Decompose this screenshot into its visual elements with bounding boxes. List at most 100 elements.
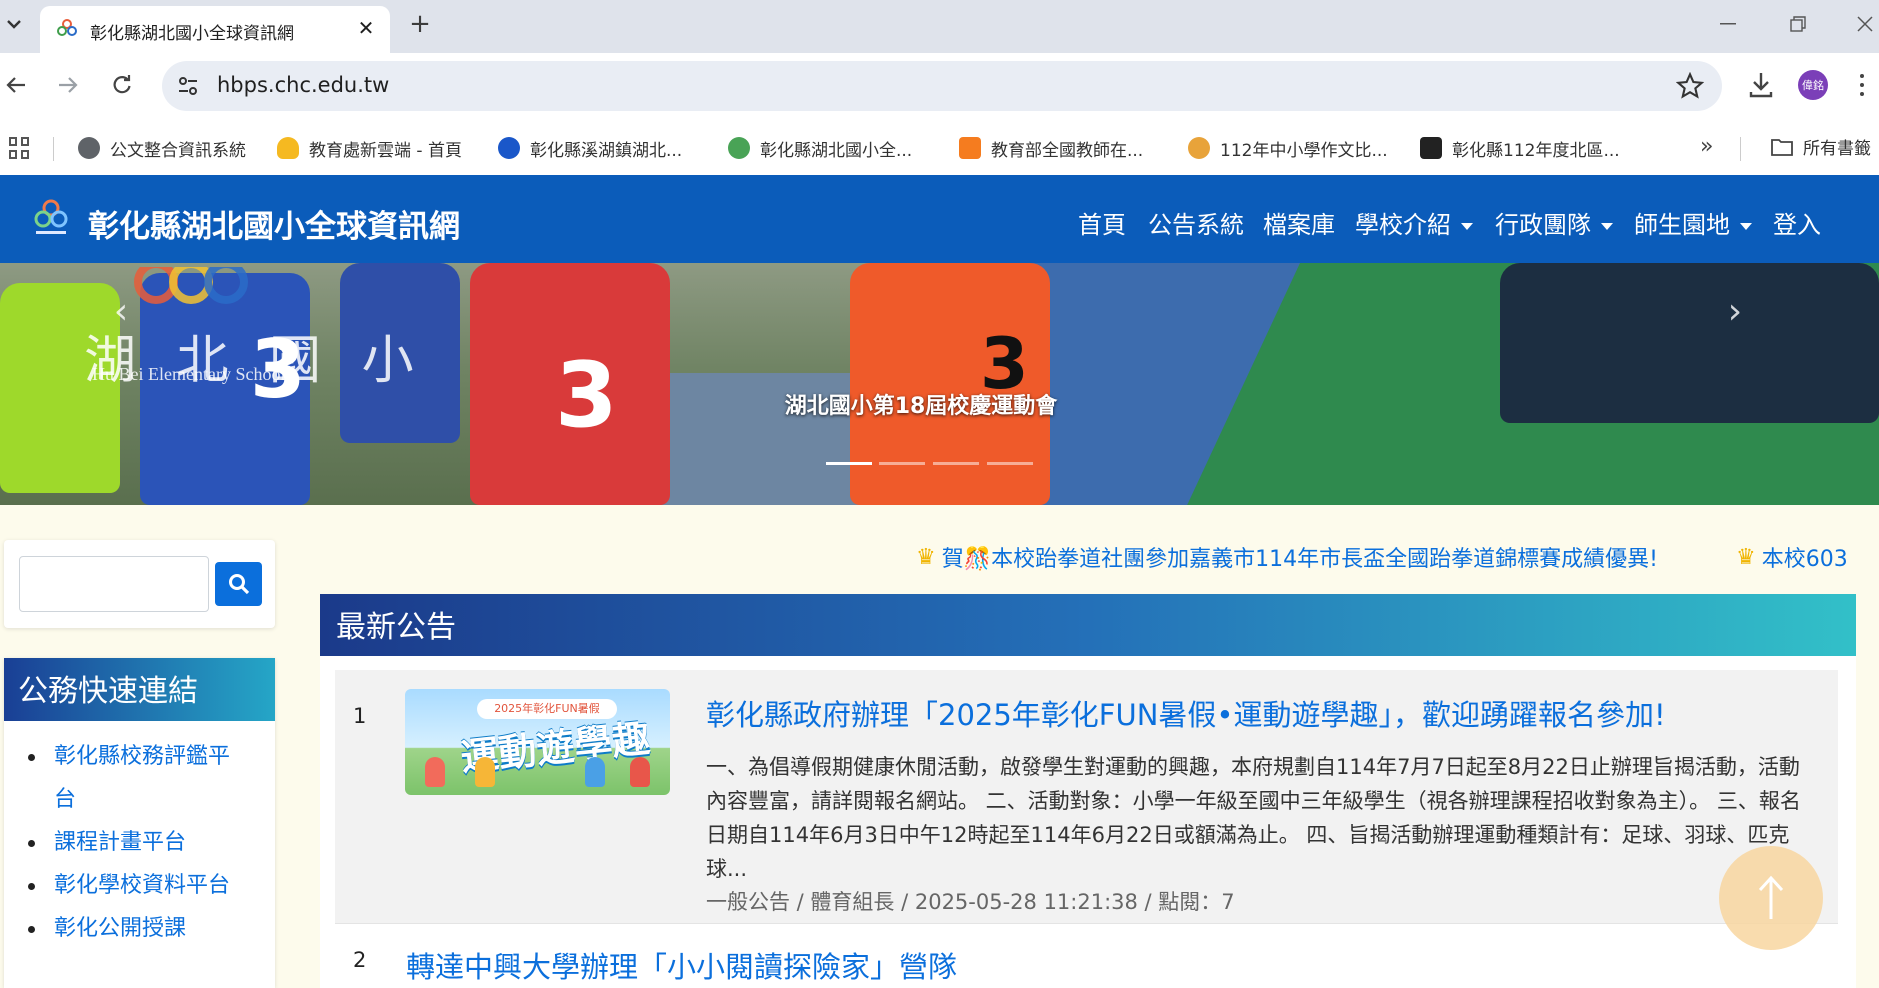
bookmark-item[interactable]: 教育部全國教師在...	[959, 134, 1143, 162]
nav-admin-team[interactable]: 行政團隊	[1495, 205, 1613, 240]
quick-links-list: 彰化縣校務評鑑平台 課程計畫平台 彰化學校資料平台 彰化公開授課	[4, 721, 275, 950]
bookmark-item[interactable]: 彰化縣溪湖鎮湖北...	[498, 134, 682, 162]
browser-tab-active[interactable]: 彰化縣湖北國小全球資訊網 ✕	[40, 6, 390, 53]
announcement-excerpt: 一、為倡導假期健康休閒活動，啟發學生對運動的興趣，本府規劃自114年7月7日起至…	[706, 755, 1801, 881]
more-bookmarks-chevron-icon[interactable]: »	[1700, 134, 1713, 159]
carousel-indicator[interactable]	[879, 462, 925, 465]
download-icon[interactable]	[1744, 68, 1778, 102]
nav-files[interactable]: 檔案庫	[1263, 205, 1335, 240]
circle-logo-icon	[498, 137, 520, 159]
bookmark-label: 彰化縣溪湖鎮湖北...	[530, 140, 683, 161]
bookmark-label: 彰化縣112年度北區...	[1452, 140, 1620, 161]
quick-link-item[interactable]: 課程計畫平台	[28, 821, 275, 864]
browser-menu-icon[interactable]	[1857, 70, 1867, 100]
carousel-next-icon[interactable]: ›	[1720, 291, 1750, 332]
bookmark-item[interactable]: 彰化縣湖北國小全...	[728, 134, 912, 162]
site-title[interactable]: 彰化縣湖北國小全球資訊網	[88, 201, 460, 246]
bookmark-item[interactable]: 教育處新雲端 - 首頁	[277, 134, 462, 162]
announcement-title[interactable]: 彰化縣政府辦理「2025年彰化FUN暑假•運動遊學趣」，歡迎踴躍報名參加!	[706, 692, 1666, 734]
nav-label: 行政團隊	[1495, 211, 1591, 239]
quick-link-item[interactable]: 彰化公開授課	[28, 907, 275, 950]
quick-link-item[interactable]: 彰化縣校務評鑑平台	[28, 735, 275, 821]
all-bookmarks-label: 所有書籤	[1803, 139, 1871, 159]
apps-grid-icon[interactable]	[9, 137, 31, 159]
nav-label: 檔案庫	[1263, 211, 1335, 239]
site-settings-icon[interactable]	[176, 74, 200, 98]
close-tab-icon[interactable]: ✕	[352, 14, 380, 42]
profile-avatar[interactable]: 偉銘	[1798, 70, 1828, 100]
all-bookmarks-folder[interactable]: 所有書籤	[1771, 134, 1871, 159]
quick-link-label[interactable]: 彰化縣校務評鑑平台	[48, 735, 238, 821]
search-input[interactable]	[19, 556, 209, 612]
back-to-top-button[interactable]	[1719, 846, 1823, 950]
nav-announcements[interactable]: 公告系統	[1148, 205, 1244, 240]
flower-icon	[1188, 137, 1210, 159]
search-icon	[228, 574, 249, 595]
crown-icon: ♛	[916, 544, 936, 570]
announcement-number: 1	[353, 704, 367, 728]
hero-logo-subtext: Hu Bei Elementary School	[92, 364, 286, 384]
bookmark-item[interactable]: 公文整合資訊系統	[78, 134, 246, 162]
search-card	[4, 540, 275, 628]
address-bar[interactable]: hbps.chc.edu.tw	[162, 61, 1722, 111]
bookmark-item[interactable]: 彰化縣112年度北區...	[1420, 134, 1620, 162]
crown-icon: ♛	[1736, 544, 1756, 570]
tab-search-chevron-icon[interactable]	[2, 12, 26, 36]
orange-app-icon	[959, 137, 981, 159]
announcements-panel: 1 2025年彰化FUN暑假 運動遊學趣 彰化縣政府辦理「2025年彰化FUN暑…	[320, 656, 1856, 988]
new-tab-icon[interactable]: +	[404, 8, 436, 40]
thumbnail-kid	[585, 757, 605, 787]
school-favicon-icon	[57, 19, 77, 36]
bookmark-label: 彰化縣湖北國小全...	[760, 140, 913, 161]
carousel-prev-icon[interactable]: ‹	[106, 291, 136, 332]
nav-label: 首頁	[1078, 211, 1126, 239]
marquee-item[interactable]: ♛ 賀🎊本校跆拳道社團參加嘉義市114年市長盃全國跆拳道錦標賽成績優異!	[916, 541, 1658, 573]
browser-toolbar: hbps.chc.edu.tw 偉銘 公文整合資訊系統 教育處新雲端 - 首頁 …	[0, 53, 1879, 175]
announcement-number: 2	[353, 948, 367, 972]
nav-login[interactable]: 登入	[1773, 205, 1821, 240]
arrow-up-icon	[1758, 875, 1784, 919]
back-arrow-icon[interactable]	[0, 69, 32, 101]
caret-down-icon	[1461, 222, 1473, 230]
reload-icon[interactable]	[106, 69, 138, 101]
quick-link-item[interactable]: 彰化學校資料平台	[28, 864, 275, 907]
marquee-text[interactable]: 賀🎊本校跆拳道社團參加嘉義市114年市長盃全國跆拳道錦標賽成績優異!	[942, 541, 1658, 573]
marquee-item[interactable]: ♛ 本校603	[1736, 541, 1848, 573]
restore-icon[interactable]	[1778, 10, 1818, 38]
nav-label: 師生園地	[1634, 211, 1730, 239]
caret-down-icon	[1740, 222, 1752, 230]
news-marquee: ♛ 賀🎊本校跆拳道社團參加嘉義市114年市長盃全國跆拳道錦標賽成績優異! ♛ 本…	[300, 538, 1857, 574]
carousel-indicator[interactable]	[826, 462, 872, 465]
nav-teacher-student[interactable]: 師生園地	[1634, 205, 1752, 240]
marquee-text[interactable]: 本校603	[1762, 541, 1848, 573]
bookmark-label: 教育部全國教師在...	[991, 140, 1144, 161]
thumbnail-kid	[475, 757, 495, 787]
quick-link-label[interactable]: 彰化公開授課	[48, 907, 238, 950]
school-logo-icon[interactable]	[28, 195, 74, 241]
forward-arrow-icon[interactable]	[52, 69, 84, 101]
carousel-indicator[interactable]	[933, 462, 979, 465]
announcement-thumbnail[interactable]: 2025年彰化FUN暑假 運動遊學趣	[405, 689, 670, 795]
bookmark-label: 112年中小學作文比...	[1220, 140, 1388, 161]
thumbnail-kid	[630, 757, 650, 787]
announcement-title[interactable]: 轉達中興大學辦理「小小閱讀探險家」營隊	[406, 944, 957, 986]
tab-title: 彰化縣湖北國小全球資訊網	[90, 24, 294, 44]
url-text[interactable]: hbps.chc.edu.tw	[217, 73, 389, 97]
minimize-icon[interactable]	[1708, 10, 1748, 38]
bookmark-label: 教育處新雲端 - 首頁	[309, 140, 462, 161]
quick-link-label[interactable]: 彰化學校資料平台	[48, 864, 238, 907]
quick-link-label[interactable]: 課程計畫平台	[48, 821, 238, 864]
nav-home[interactable]: 首頁	[1078, 205, 1126, 240]
quick-links-title: 公務快速連結	[4, 658, 275, 721]
nav-school-intro[interactable]: 學校介紹	[1355, 205, 1473, 240]
search-button[interactable]	[215, 562, 262, 606]
browser-tab-strip: 彰化縣湖北國小全球資訊網 ✕ +	[0, 0, 1879, 53]
carousel-indicator[interactable]	[987, 462, 1033, 465]
school-logo-icon	[728, 137, 750, 159]
bookmark-item[interactable]: 112年中小學作文比...	[1188, 134, 1388, 162]
site-header: 彰化縣湖北國小全球資訊網 首頁 公告系統 檔案庫 學校介紹 行政團隊 師生園地 …	[0, 175, 1879, 263]
close-window-icon[interactable]	[1845, 10, 1879, 38]
thumbnail-kid	[425, 757, 445, 787]
caret-down-icon	[1601, 222, 1613, 230]
bookmark-star-icon[interactable]	[1676, 72, 1704, 100]
